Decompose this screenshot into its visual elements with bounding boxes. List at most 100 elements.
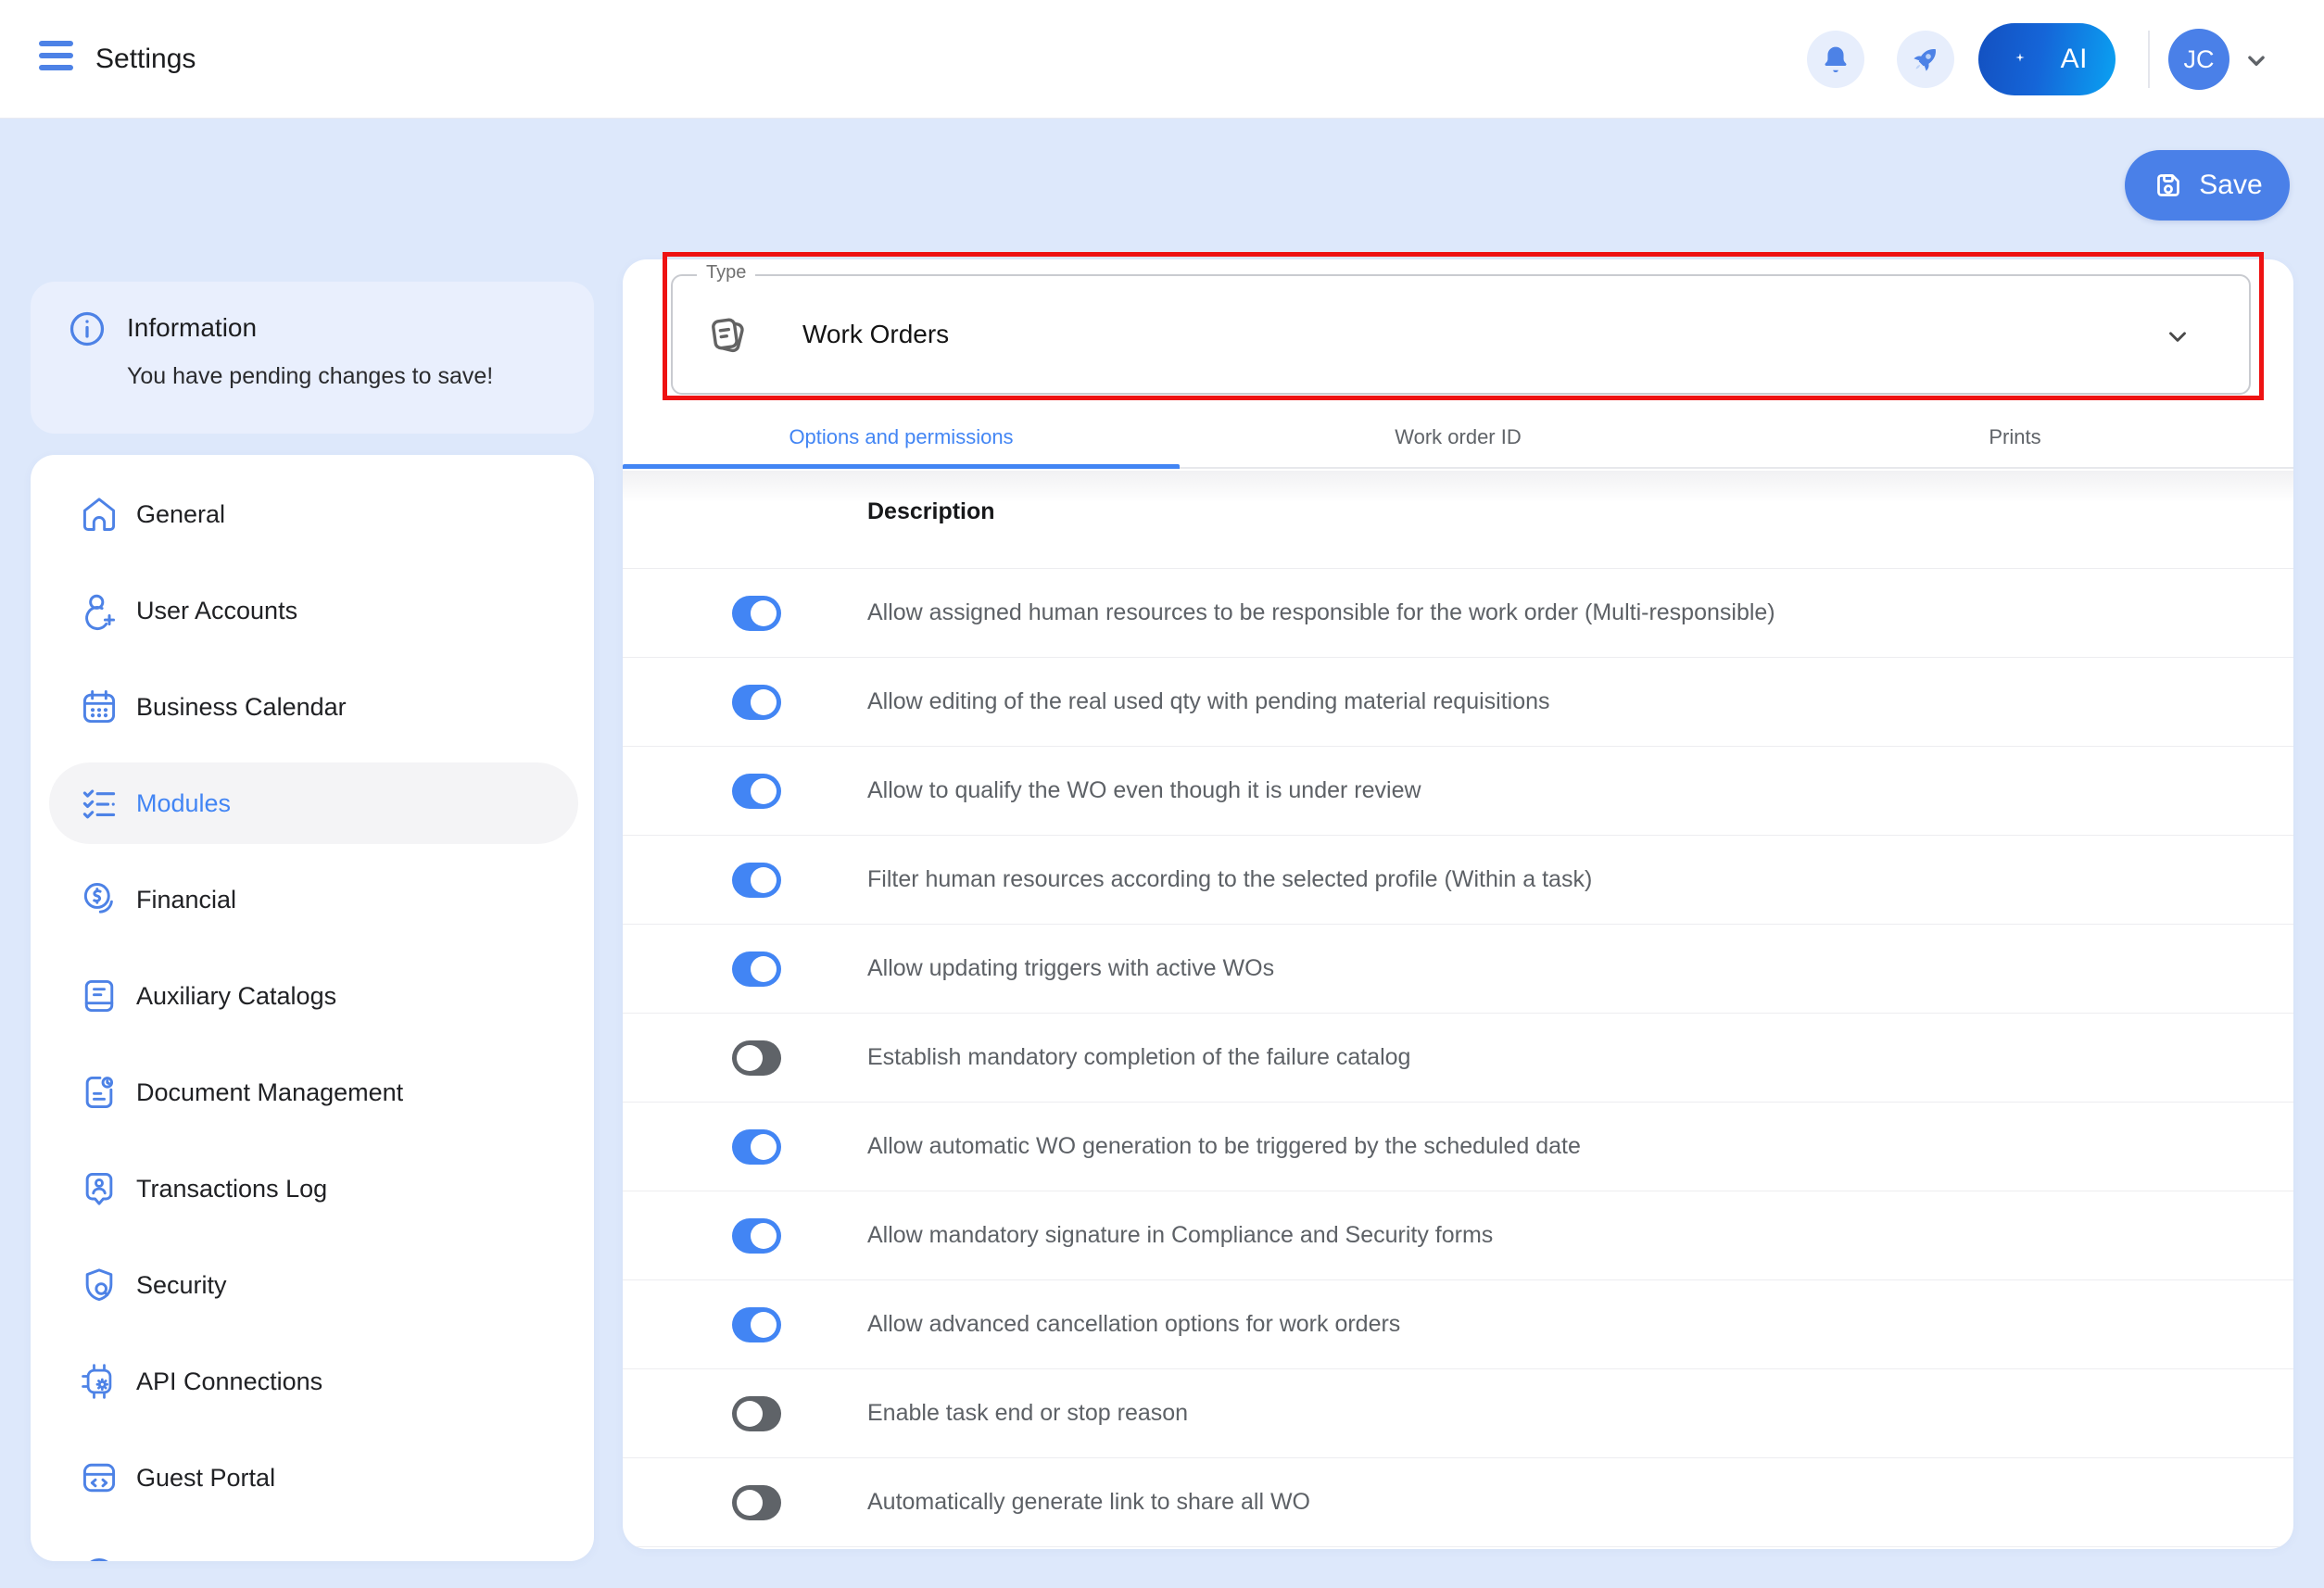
page-title: Settings: [95, 0, 196, 119]
permissions-list: Allow assigned human resources to be res…: [623, 568, 2293, 1547]
hamburger-icon: [39, 41, 73, 46]
sidebar-item-business-calendar[interactable]: Business Calendar: [31, 659, 594, 755]
settings-nav: General User Accounts Business Calen: [31, 455, 594, 1561]
whats-new-button[interactable]: [1897, 31, 1954, 88]
permission-description: Allow to qualify the WO even though it i…: [867, 777, 1421, 804]
permission-row: Allow assigned human resources to be res…: [623, 569, 2293, 658]
permission-description: Allow advanced cancellation options for …: [867, 1311, 1400, 1338]
shield-icon: [79, 1265, 120, 1305]
save-label: Save: [2199, 170, 2262, 201]
browser-code-icon: [79, 1457, 120, 1498]
sidebar-item-transactions-log[interactable]: Transactions Log: [31, 1141, 594, 1237]
sidebar-item-label: Transactions Log: [136, 1175, 327, 1204]
permission-description: Filter human resources according to the …: [867, 866, 1592, 893]
permission-row: Enable task end or stop reason: [623, 1369, 2293, 1458]
toggle-switch[interactable]: [732, 1396, 781, 1431]
notifications-button[interactable]: [1807, 31, 1864, 88]
rocket-icon: [1909, 43, 1942, 76]
type-select[interactable]: Type Work Orders: [671, 274, 2251, 395]
chip-gear-icon: [79, 1361, 120, 1402]
sidebar-item-label: API Connections: [136, 1367, 322, 1396]
sparkle-icon: [2014, 51, 2027, 64]
toggle-switch[interactable]: [732, 774, 781, 809]
sidebar-item-label: Business Calendar: [136, 693, 347, 722]
sidebar-item-api-connections[interactable]: API Connections: [31, 1333, 594, 1430]
menu-button[interactable]: [39, 41, 76, 78]
sidebar-item-label: Guest Portal: [136, 1464, 275, 1493]
calendar-icon: [79, 687, 120, 727]
tab-work-order-id[interactable]: Work order ID: [1180, 408, 1737, 467]
toggle-switch[interactable]: [732, 685, 781, 720]
sidebar-item-user-accounts[interactable]: User Accounts: [31, 562, 594, 659]
header-divider: [2148, 31, 2150, 88]
permission-description: Allow mandatory signature in Compliance …: [867, 1222, 1493, 1249]
user-menu-chevron-icon[interactable]: [2241, 44, 2272, 76]
permission-row: Allow to qualify the WO even though it i…: [623, 747, 2293, 836]
checklist-icon: [79, 783, 120, 824]
sidebar-item-label: Document Management: [136, 1078, 403, 1107]
toggle-switch[interactable]: [732, 1129, 781, 1165]
permission-row: Filter human resources according to the …: [623, 836, 2293, 925]
save-button[interactable]: Save: [2125, 150, 2290, 221]
sidebar-item-auxiliary-catalogs[interactable]: Auxiliary Catalogs: [31, 948, 594, 1044]
permission-description: Allow editing of the real used qty with …: [867, 688, 1550, 715]
bell-icon: [1819, 43, 1852, 76]
information-card: Information You have pending changes to …: [31, 282, 594, 434]
info-message: You have pending changes to save!: [127, 363, 493, 390]
book-icon: [79, 976, 120, 1016]
permission-row: Allow editing of the real used qty with …: [623, 658, 2293, 747]
ai-label: AI: [2061, 44, 2088, 75]
toggle-switch[interactable]: [732, 1040, 781, 1076]
sidebar-item-partial[interactable]: [31, 1526, 594, 1561]
home-icon: [79, 494, 120, 535]
tab-bar: Options and permissions Work order ID Pr…: [623, 408, 2293, 469]
sidebar-item-general[interactable]: General: [31, 466, 594, 562]
sidebar-item-security[interactable]: Security: [31, 1237, 594, 1333]
sidebar-item-document-management[interactable]: Document Management: [31, 1044, 594, 1141]
permission-row: Allow mandatory signature in Compliance …: [623, 1191, 2293, 1280]
sidebar-item-label: User Accounts: [136, 597, 297, 625]
sidebar-item-financial[interactable]: Financial: [31, 851, 594, 948]
app-header: Settings AI: [0, 0, 2324, 119]
permission-description: Automatically generate link to share all…: [867, 1489, 1310, 1516]
permission-description: Establish mandatory completion of the fa…: [867, 1044, 1410, 1071]
toggle-switch[interactable]: [732, 863, 781, 898]
floppy-icon: [2152, 169, 2185, 202]
tab-options-and-permissions[interactable]: Options and permissions: [623, 408, 1180, 467]
badge-icon: [79, 1168, 120, 1209]
toggle-switch[interactable]: [732, 1307, 781, 1342]
tab-prints[interactable]: Prints: [1737, 408, 2293, 467]
permission-description: Enable task end or stop reason: [867, 1400, 1188, 1427]
sidebar-item-label: General: [136, 500, 225, 529]
toggle-switch[interactable]: [732, 952, 781, 987]
permission-row: Establish mandatory completion of the fa…: [623, 1014, 2293, 1103]
user-avatar[interactable]: JC: [2168, 29, 2229, 90]
user-add-icon: [79, 590, 120, 631]
document-icon: [79, 1072, 120, 1113]
permission-description: Allow assigned human resources to be res…: [867, 599, 1775, 626]
type-select-value: Work Orders: [802, 320, 949, 349]
type-select-label: Type: [697, 262, 755, 284]
sidebar-item-label: Financial: [136, 886, 236, 914]
info-title: Information: [127, 313, 257, 343]
description-column-header: Description: [867, 493, 995, 530]
partial-circle-icon: [79, 1554, 120, 1561]
permission-description: Allow automatic WO generation to be trig…: [867, 1133, 1581, 1160]
chevron-down-icon: [2164, 322, 2191, 350]
toggle-switch[interactable]: [732, 1485, 781, 1520]
toggle-switch[interactable]: [732, 1218, 781, 1254]
permission-row: Allow automatic WO generation to be trig…: [623, 1103, 2293, 1191]
permission-row: Automatically generate link to share all…: [623, 1458, 2293, 1547]
sidebar-item-guest-portal[interactable]: Guest Portal: [31, 1430, 594, 1526]
ai-assistant-button[interactable]: AI: [1978, 23, 2116, 95]
toggle-switch[interactable]: [732, 596, 781, 631]
coin-icon: [79, 879, 120, 920]
permission-row: Allow advanced cancellation options for …: [623, 1280, 2293, 1369]
sidebar-item-label: Security: [136, 1271, 227, 1300]
sidebar-item-label: Modules: [136, 789, 231, 818]
sidebar-item-modules[interactable]: Modules: [31, 755, 594, 851]
module-settings-panel: Type Work Orders Options and permissions…: [623, 259, 2293, 1549]
work-order-icon: [704, 312, 749, 357]
settings-page: Settings AI: [0, 0, 2324, 1588]
sidebar-item-label: Auxiliary Catalogs: [136, 982, 336, 1011]
